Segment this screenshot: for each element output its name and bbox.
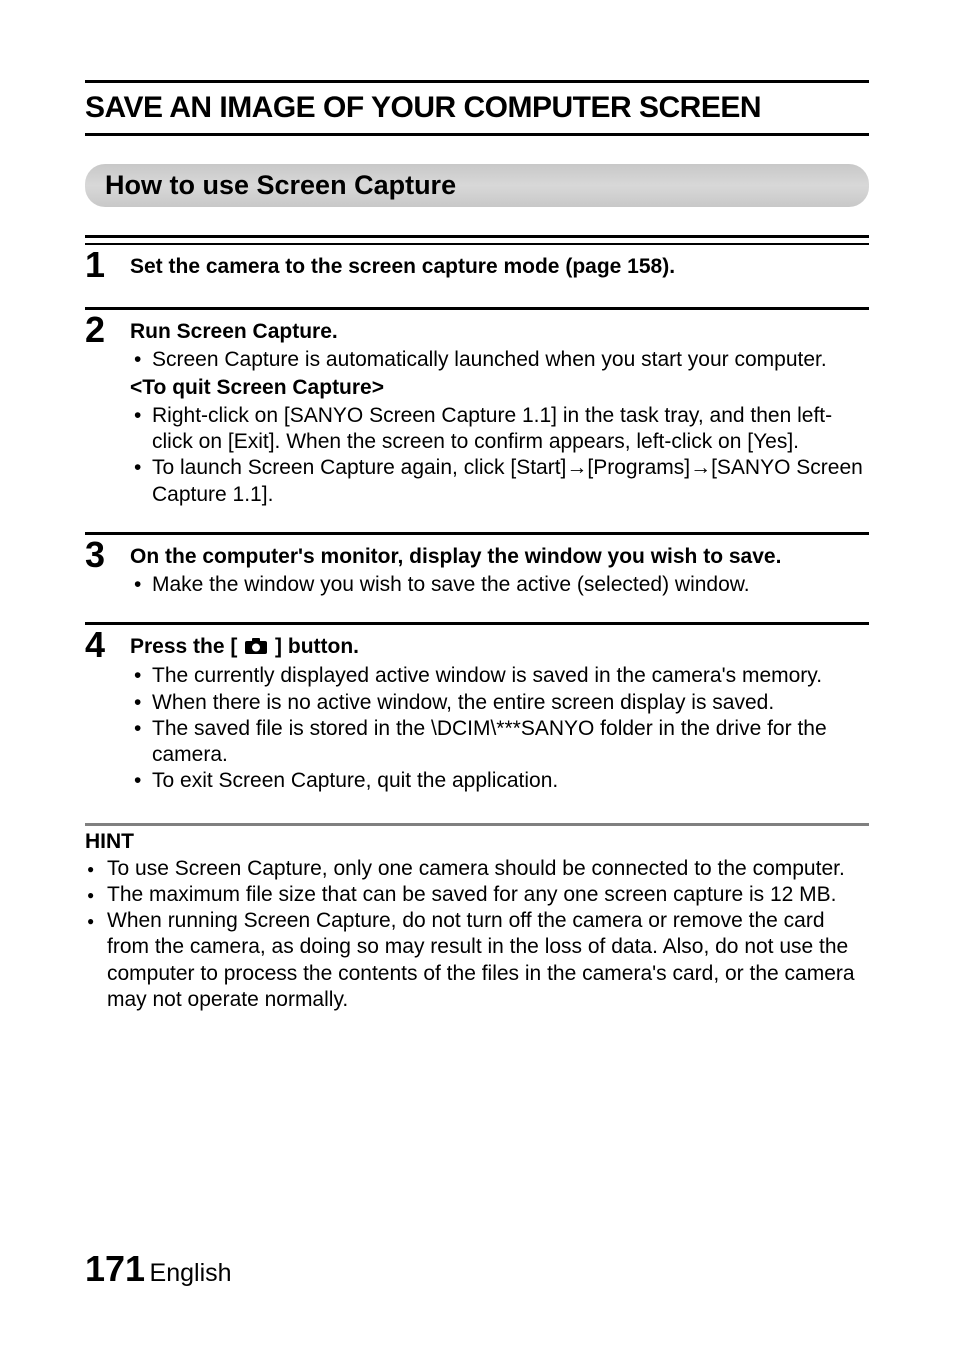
- step-title: Set the camera to the screen capture mod…: [130, 253, 869, 280]
- divider: [85, 235, 869, 245]
- language-label: English: [150, 1259, 232, 1287]
- hint-list: To use Screen Capture, only one camera s…: [85, 856, 869, 1014]
- step-3: 3 On the computer's monitor, display the…: [85, 539, 869, 599]
- bullet-item: Screen Capture is automatically launched…: [130, 347, 869, 373]
- step-title: Press the [ ] button.: [130, 633, 869, 661]
- step-title: On the computer's monitor, display the w…: [130, 543, 869, 570]
- bullet-item: To exit Screen Capture, quit the applica…: [130, 768, 869, 794]
- step-number: 4: [85, 627, 130, 663]
- bullet-item: The currently displayed active window is…: [130, 663, 869, 689]
- hint-item: To use Screen Capture, only one camera s…: [85, 856, 869, 882]
- bullet-item: When there is no active window, the enti…: [130, 690, 869, 716]
- page-title: SAVE AN IMAGE OF YOUR COMPUTER SCREEN: [85, 80, 869, 136]
- sub-heading: <To quit Screen Capture>: [130, 374, 869, 401]
- divider: [85, 532, 869, 535]
- step-title: Run Screen Capture.: [130, 318, 869, 345]
- step-number: 3: [85, 537, 130, 573]
- step-number: 1: [85, 247, 130, 283]
- hint-item: When running Screen Capture, do not turn…: [85, 908, 869, 1013]
- step-4: 4 Press the [ ] button. The currently di…: [85, 629, 869, 794]
- bullet-item: Right-click on [SANYO Screen Capture 1.1…: [130, 403, 869, 456]
- hint-divider: [85, 823, 869, 826]
- bullet-item: The saved file is stored in the \DCIM\**…: [130, 716, 869, 769]
- section-header: How to use Screen Capture: [85, 164, 869, 207]
- camera-icon: [245, 634, 267, 661]
- bullet-item: To launch Screen Capture again, click [S…: [130, 455, 869, 508]
- divider: [85, 307, 869, 310]
- step-number: 2: [85, 312, 130, 348]
- page-footer: 171 English: [85, 1248, 232, 1290]
- bullet-item: Make the window you wish to save the act…: [130, 572, 869, 598]
- hint-item: The maximum file size that can be saved …: [85, 882, 869, 908]
- step-title-pre: Press the [: [130, 635, 243, 658]
- page-number: 171: [85, 1248, 145, 1289]
- step-1: 1 Set the camera to the screen capture m…: [85, 249, 869, 283]
- step-title-post: ] button.: [269, 635, 359, 658]
- hint-title: HINT: [85, 830, 869, 854]
- step-2: 2 Run Screen Capture. Screen Capture is …: [85, 314, 869, 508]
- divider: [85, 622, 869, 625]
